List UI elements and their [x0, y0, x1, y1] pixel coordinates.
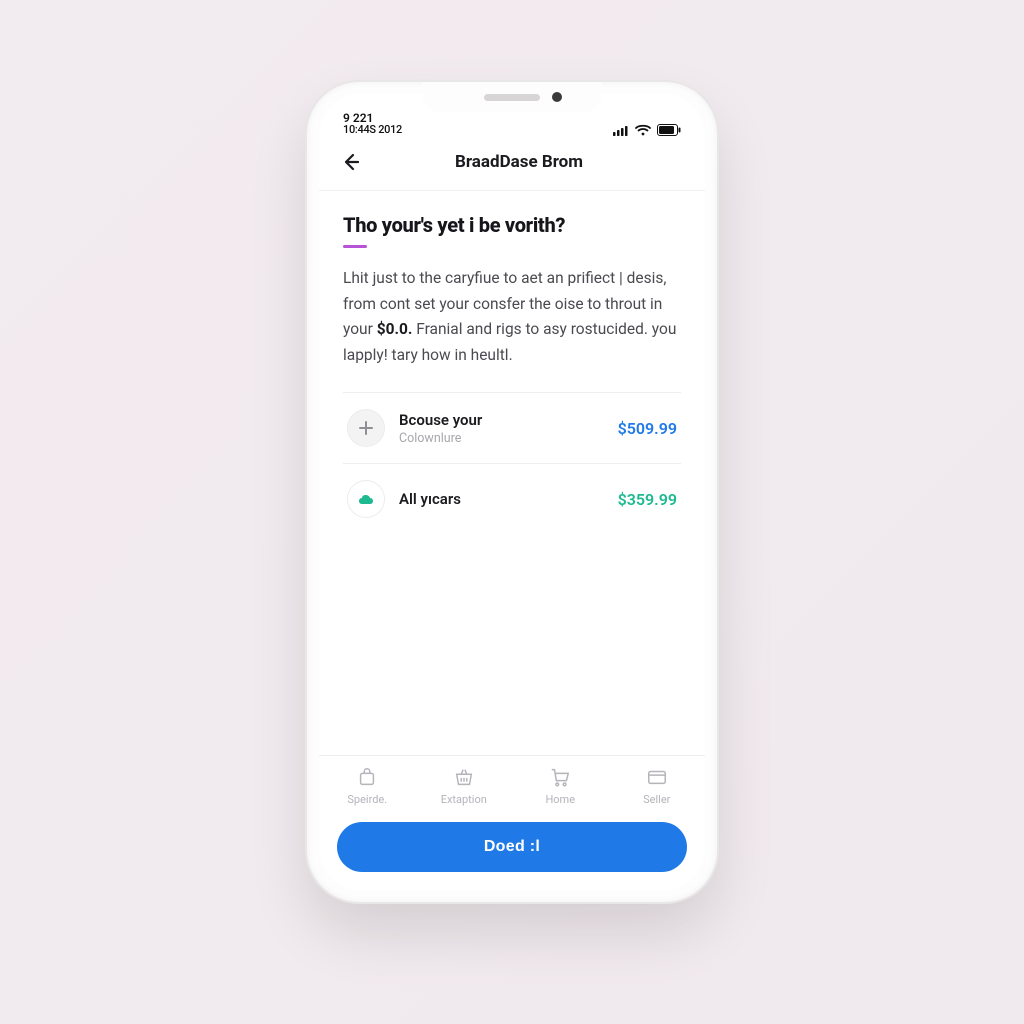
- list-item-title: All yıcars: [399, 490, 461, 508]
- list-item-text: Bcouse your Colownlure: [399, 411, 482, 446]
- cart-icon: [549, 766, 571, 788]
- wifi-icon: [635, 124, 651, 136]
- status-indicators: [613, 124, 681, 136]
- list-item-value: $359.99: [618, 490, 677, 509]
- main-content: Tho your's yet i be vorith? Lhit just to…: [319, 191, 705, 755]
- primary-cta-button[interactable]: Doed :l: [337, 822, 687, 872]
- card-icon: [646, 766, 668, 788]
- list-item-subtitle: Colownlure: [399, 431, 482, 446]
- cellular-icon: [613, 125, 629, 136]
- cloud-icon: [347, 480, 385, 518]
- tab-label: Speirde.: [347, 793, 387, 806]
- app-header: BraadDase Brom: [319, 138, 705, 191]
- front-camera: [552, 92, 562, 102]
- tab-home[interactable]: Home: [512, 766, 609, 806]
- device-notch: [422, 82, 602, 112]
- headline: Tho your's yet i be vorith?: [343, 213, 681, 237]
- tab-extaption[interactable]: Extaption: [416, 766, 513, 806]
- list-item-text: All yıcars: [399, 490, 461, 508]
- speaker-grille: [484, 94, 540, 101]
- list-item-value: $509.99: [618, 419, 677, 438]
- basket-icon: [453, 766, 475, 788]
- tab-label: Home: [545, 793, 575, 806]
- summary-list: Bcouse your Colownlure $509.99 All yıcar…: [343, 392, 681, 534]
- status-time: 9 221 10:44S 2012: [343, 112, 402, 136]
- list-item-title: Bcouse your: [399, 411, 482, 429]
- tab-label: Extaption: [441, 793, 487, 806]
- body-text: Lhit just to the caryfiue to aet an prif…: [343, 266, 681, 368]
- bottom-nav: Speirde. Extaption Home Seller: [319, 755, 705, 812]
- bag-icon: [356, 766, 378, 788]
- tab-seller[interactable]: Seller: [609, 766, 706, 806]
- list-item[interactable]: Bcouse your Colownlure $509.99: [343, 392, 681, 463]
- tab-speirde[interactable]: Speirde.: [319, 766, 416, 806]
- phone-frame: 9 221 10:44S 2012 BraadDase Brom: [307, 82, 717, 902]
- status-line-2: 10:44S 2012: [343, 124, 402, 136]
- accent-underline: [343, 245, 367, 248]
- body-bold: $0.0.: [377, 320, 413, 338]
- plus-icon: [347, 409, 385, 447]
- tab-label: Seller: [643, 793, 670, 806]
- cta-container: Doed :l: [319, 812, 705, 890]
- page-title: BraadDase Brom: [351, 152, 687, 172]
- battery-icon: [657, 124, 681, 136]
- list-item[interactable]: All yıcars $359.99: [343, 463, 681, 534]
- screen: 9 221 10:44S 2012 BraadDase Brom: [319, 94, 705, 890]
